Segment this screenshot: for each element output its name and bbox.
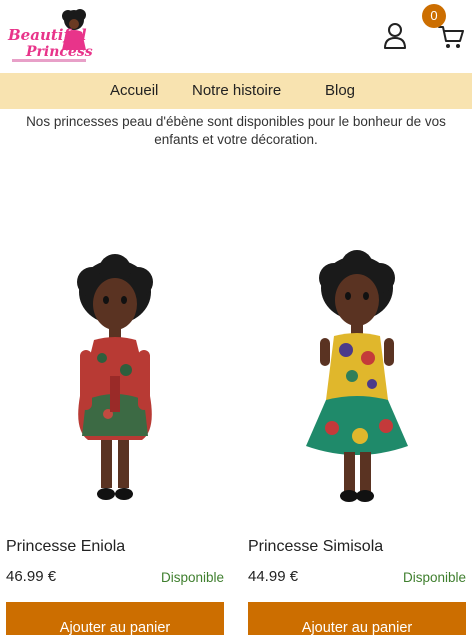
stock-status: Disponible (402, 570, 466, 585)
product-image[interactable] (248, 200, 466, 520)
site-header: Beautiful Princess 0 (0, 0, 472, 73)
product-card: Princesse Eniola 46.99 € Disponible Ajou… (6, 160, 224, 635)
cart-button[interactable]: 0 (420, 4, 466, 52)
product-price: 44.99 € (248, 568, 299, 585)
cart-count-badge: 0 (422, 4, 446, 28)
add-to-cart-button[interactable]: Ajouter au panier (6, 602, 224, 635)
nav-item-notre-histoire[interactable]: Notre histoire (192, 82, 281, 99)
add-to-cart-button[interactable]: Ajouter au panier (248, 602, 466, 635)
account-icon[interactable] (383, 22, 407, 50)
svg-text:Beautiful: Beautiful (7, 26, 87, 44)
main-nav: Accueil Notre histoire Blog (0, 73, 472, 109)
cart-icon (438, 26, 464, 48)
nav-item-blog[interactable]: Blog (325, 82, 355, 99)
page: Beautiful Princess 0 Accueil Notre histo… (0, 0, 472, 635)
product-image[interactable] (6, 200, 224, 520)
intro-text: Nos princesses peau d'ébène sont disponi… (26, 114, 446, 147)
stock-status: Disponible (160, 570, 224, 585)
site-logo[interactable]: Beautiful Princess (6, 6, 102, 66)
product-name[interactable]: Princesse Eniola (6, 538, 125, 556)
product-name[interactable]: Princesse Simisola (248, 538, 383, 556)
product-price: 46.99 € (6, 568, 57, 585)
nav-item-accueil[interactable]: Accueil (110, 82, 158, 99)
svg-text:Princess: Princess (25, 44, 93, 60)
product-card: Princesse Simisola 44.99 € Disponible Aj… (248, 160, 466, 635)
